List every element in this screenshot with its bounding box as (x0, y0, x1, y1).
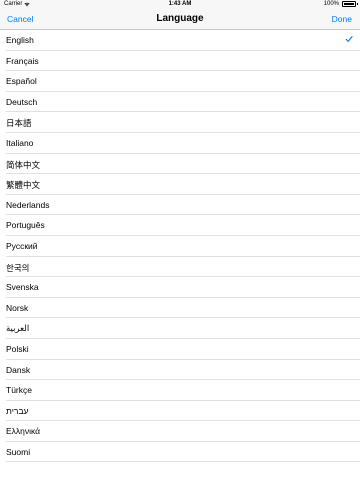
language-label: Norsk (6, 302, 29, 313)
page-title: Language (156, 13, 204, 24)
language-row[interactable]: 日本語 (6, 112, 360, 133)
language-row[interactable]: Português (6, 215, 360, 236)
language-row[interactable]: Русский (6, 236, 360, 257)
language-row[interactable]: Suomi (6, 442, 360, 463)
battery-indicator: 100% (323, 1, 358, 7)
language-row[interactable]: Deutsch (6, 92, 360, 113)
language-label: العربية (6, 323, 30, 334)
language-label: Русский (6, 240, 38, 251)
language-row[interactable]: Français (6, 51, 360, 72)
language-label: Português (6, 220, 45, 231)
language-label: Italiano (6, 137, 34, 148)
language-label: Español (6, 76, 37, 87)
language-label: 한국의 (6, 262, 30, 273)
language-row[interactable]: Ελληνικά (6, 421, 360, 442)
language-row[interactable]: العربية (6, 318, 360, 339)
language-row[interactable]: Dansk (6, 360, 360, 381)
language-label: Français (6, 55, 39, 66)
language-row[interactable]: Svenska (6, 277, 360, 298)
language-label: Dansk (6, 364, 31, 375)
language-label: 繁體中文 (6, 180, 41, 191)
language-label: 简体中文 (6, 159, 41, 170)
language-list: English Français Español Deutsch 日本語 Italiano… (0, 30, 360, 463)
language-label: 日本語 (6, 118, 32, 129)
language-row[interactable]: Türkçe (6, 380, 360, 401)
language-row[interactable]: Italiano (6, 133, 360, 154)
status-bar: Carrier 1:43 AM 100% (0, 0, 360, 10)
language-label: Ελληνικά (6, 426, 41, 437)
language-row[interactable]: Español (6, 71, 360, 92)
checkmark-icon (345, 36, 353, 42)
language-label: English (6, 35, 34, 45)
battery-percent: 100% (323, 1, 339, 7)
language-row[interactable]: Polski (6, 339, 360, 360)
language-label: Deutsch (6, 96, 38, 107)
language-label: Svenska (6, 282, 39, 293)
language-row[interactable]: 简体中文 (6, 154, 360, 175)
language-label: Türkçe (6, 385, 32, 396)
language-label: Suomi (6, 446, 31, 457)
battery-icon (342, 1, 358, 7)
language-screen: Carrier 1:43 AM 100% Cancel Language Don… (0, 0, 360, 480)
language-row[interactable]: Norsk (6, 298, 360, 319)
status-time: 1:43 AM (168, 1, 192, 7)
language-label: עברית (6, 405, 29, 416)
battery-fill (344, 3, 354, 5)
language-row[interactable]: Nederlands (6, 195, 360, 216)
language-row[interactable]: English (6, 30, 360, 51)
language-row[interactable]: 繁體中文 (6, 174, 360, 195)
navigation-bar: Cancel Language Done (0, 10, 360, 30)
cancel-button[interactable]: Cancel (7, 14, 33, 24)
language-label: Polski (6, 343, 29, 354)
language-row[interactable]: עברית (6, 401, 360, 422)
language-row[interactable]: 한국의 (6, 257, 360, 278)
done-button[interactable]: Done (332, 14, 352, 24)
language-label: Nederlands (6, 199, 50, 210)
